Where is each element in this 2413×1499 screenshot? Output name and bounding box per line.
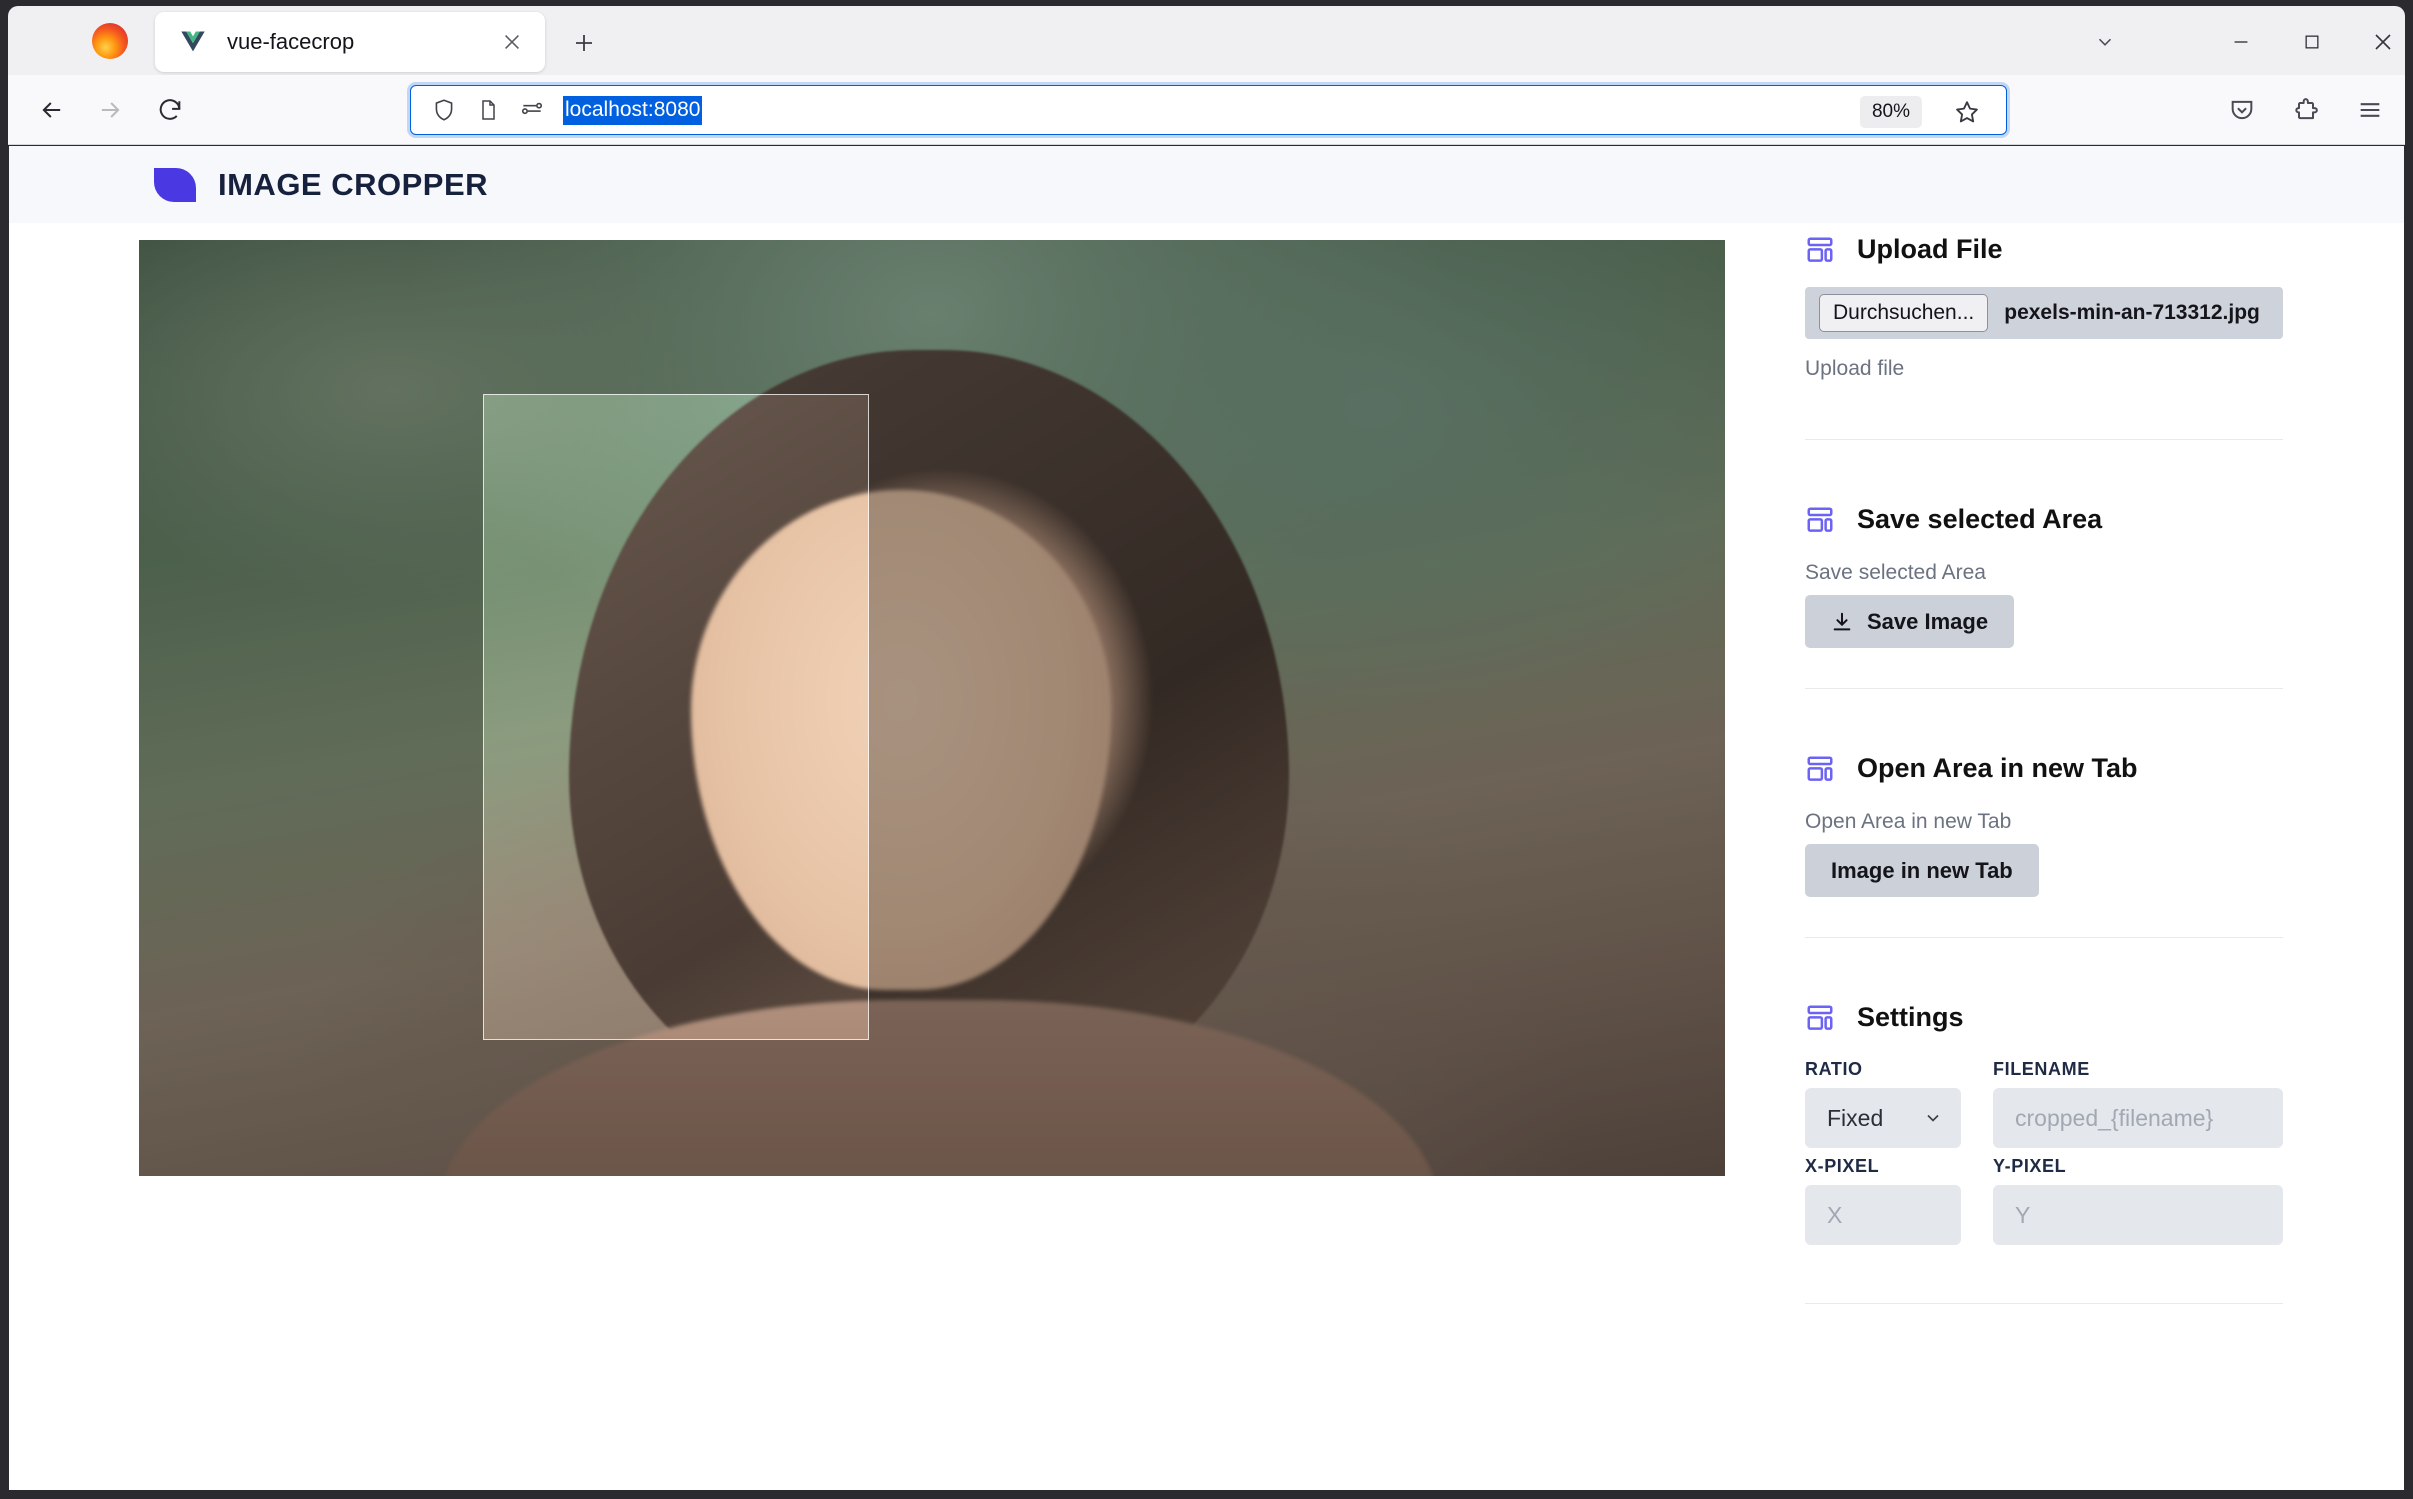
- navigation-toolbar: localhost:8080 80%: [8, 75, 2405, 145]
- layout-icon: [1807, 237, 1833, 262]
- permissions-icon[interactable]: [515, 93, 549, 127]
- shield-icon[interactable]: [427, 93, 461, 127]
- tab-list-chevron-down-icon[interactable]: [2082, 22, 2128, 62]
- settings-heading: Settings: [1805, 1002, 2283, 1033]
- save-area-heading: Save selected Area: [1805, 504, 2283, 535]
- star-icon[interactable]: [1948, 93, 1986, 131]
- section-divider: [1805, 1303, 2283, 1304]
- page-title: IMAGE CROPPER: [218, 166, 489, 202]
- save-image-button[interactable]: Save Image: [1805, 595, 2015, 648]
- image-in-new-tab-button[interactable]: Image in new Tab: [1805, 844, 2039, 897]
- x-pixel-input[interactable]: X: [1805, 1185, 1961, 1245]
- crop-overlay-top: [139, 240, 1725, 394]
- x-pixel-label: X-PIXEL: [1805, 1156, 1880, 1176]
- save-image-label: Save Image: [1867, 608, 1989, 634]
- section-title: Upload File: [1857, 234, 2003, 264]
- y-pixel-label: Y-PIXEL: [1993, 1156, 2067, 1176]
- open-new-tab-hint: Open Area in new Tab: [1805, 810, 2012, 833]
- ratio-value: Fixed: [1827, 1104, 1884, 1131]
- section-upload-file: Upload File Durchsuchen... pexels-min-an…: [1805, 234, 2283, 381]
- hamburger-menu-icon[interactable]: [2348, 89, 2392, 131]
- open-new-tab-heading: Open Area in new Tab: [1805, 753, 2283, 784]
- filename-input[interactable]: cropped_{filename}: [1993, 1088, 2283, 1148]
- forward-arrow-icon: [88, 89, 132, 131]
- section-save-area: Save selected Area Save selected Area Sa…: [1805, 504, 2283, 648]
- browser-window: vue-facecrop localhost:8080 80% IMAGE CR…: [0, 0, 2413, 1499]
- close-icon[interactable]: [2360, 22, 2406, 62]
- settings-fields: RATIO FILENAME Fixed cropped_{filename} …: [1805, 1059, 2283, 1245]
- page-info-icon[interactable]: [471, 93, 505, 127]
- url-text[interactable]: localhost:8080: [563, 95, 703, 125]
- download-icon: [1833, 612, 1851, 630]
- source-image[interactable]: [139, 240, 1725, 1176]
- new-tab-button[interactable]: [563, 22, 605, 64]
- app-header: IMAGE CROPPER: [9, 146, 2404, 223]
- section-title: Settings: [1857, 1002, 1964, 1032]
- pocket-icon[interactable]: [2220, 89, 2264, 131]
- section-title: Open Area in new Tab: [1857, 753, 2138, 783]
- browse-button[interactable]: Durchsuchen...: [1819, 294, 1989, 332]
- sidebar-panel: Upload File Durchsuchen... pexels-min-an…: [1805, 234, 2283, 1484]
- browser-tab[interactable]: vue-facecrop: [155, 12, 545, 72]
- tab-close-icon[interactable]: [491, 21, 533, 63]
- filename-label: FILENAME: [1993, 1059, 2090, 1079]
- chevron-down-icon: [1927, 1114, 1939, 1122]
- app-logo-icon: [154, 167, 196, 202]
- back-arrow-icon[interactable]: [30, 89, 74, 131]
- section-title: Save selected Area: [1857, 504, 2103, 534]
- y-pixel-input[interactable]: Y: [1993, 1185, 2283, 1245]
- minimize-icon[interactable]: [2218, 22, 2264, 62]
- url-bar[interactable]: localhost:8080 80%: [410, 85, 2007, 135]
- image-in-new-tab-label: Image in new Tab: [1831, 857, 2013, 883]
- tab-title: vue-facecrop: [227, 29, 355, 54]
- crop-selection-box[interactable]: [483, 394, 869, 1040]
- crop-overlay-left: [139, 394, 483, 1040]
- firefox-logo-icon: [92, 23, 128, 59]
- selected-file-name: pexels-min-an-713312.jpg: [2004, 301, 2260, 324]
- zoom-level-badge[interactable]: 80%: [1859, 96, 1922, 128]
- section-open-new-tab: Open Area in new Tab Open Area in new Ta…: [1805, 753, 2283, 897]
- tab-strip: vue-facecrop: [8, 6, 2405, 75]
- upload-file-heading: Upload File: [1805, 234, 2283, 265]
- section-settings: Settings RATIO FILENAME Fixed cropped_{f…: [1805, 1002, 2283, 1245]
- crop-overlay-right: [869, 394, 1725, 1040]
- vue-logo-icon: [181, 31, 205, 52]
- upload-hint: Upload file: [1805, 357, 1905, 380]
- extensions-puzzle-icon[interactable]: [2284, 89, 2328, 131]
- crop-overlay-bottom: [139, 1040, 1725, 1176]
- reload-icon[interactable]: [148, 89, 192, 131]
- ratio-select[interactable]: Fixed: [1805, 1088, 1961, 1148]
- page-content: IMAGE CROPPER Upload File Durchsuchen...…: [9, 146, 2404, 1490]
- layout-icon: [1807, 1005, 1833, 1030]
- layout-icon: [1807, 756, 1833, 781]
- maximize-icon[interactable]: [2289, 22, 2335, 62]
- image-crop-canvas[interactable]: [139, 240, 1725, 1176]
- save-area-hint: Save selected Area: [1805, 561, 1986, 584]
- layout-icon: [1807, 507, 1833, 532]
- file-input-row[interactable]: Durchsuchen... pexels-min-an-713312.jpg: [1805, 287, 2283, 339]
- ratio-label: RATIO: [1805, 1059, 1863, 1079]
